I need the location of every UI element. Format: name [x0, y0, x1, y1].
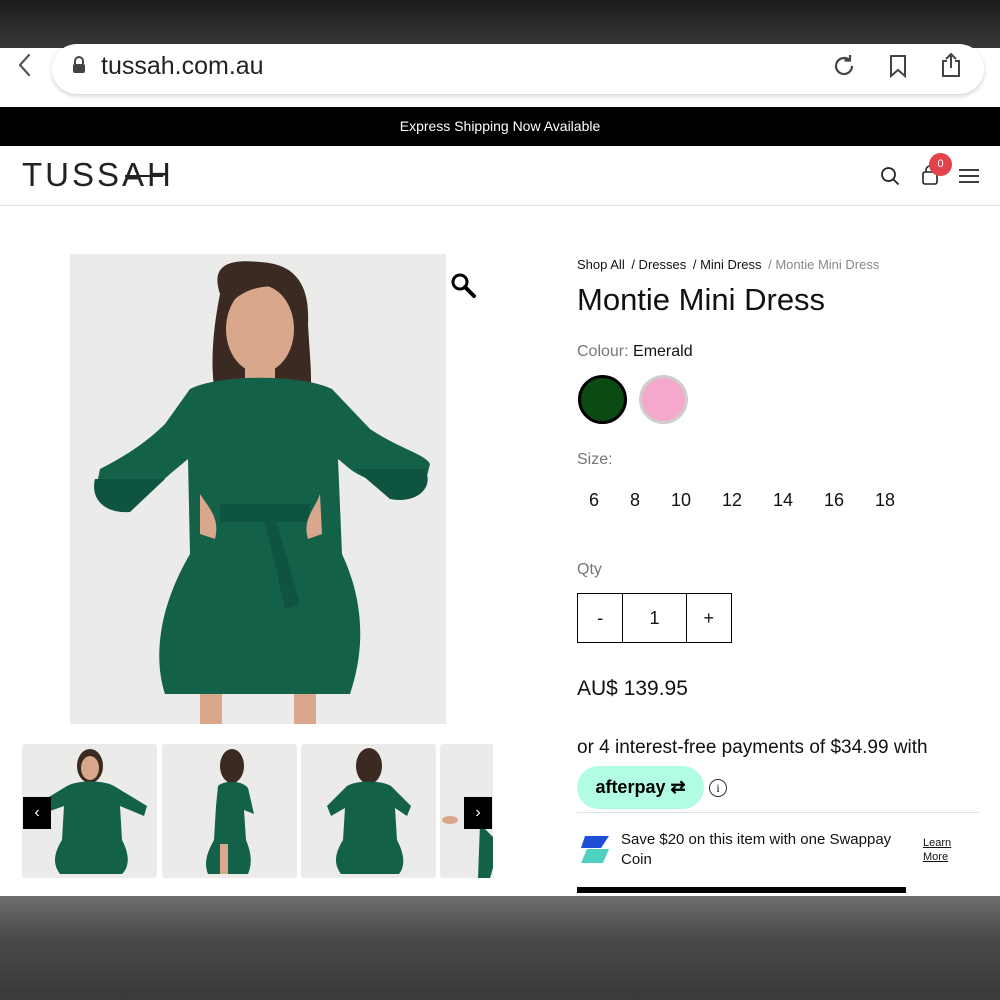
share-icon[interactable] [940, 52, 962, 78]
afterpay-badge[interactable]: afterpay ⇄ [577, 766, 704, 809]
add-to-cart-bar[interactable] [577, 887, 906, 893]
afterpay-arrows-icon: ⇄ [665, 777, 686, 797]
thumbnail-prev-button[interactable]: ‹ [23, 797, 51, 829]
colour-label: Colour: Emerald [577, 343, 693, 361]
hamburger-menu-icon[interactable] [958, 168, 980, 184]
size-option-8[interactable]: 8 [630, 490, 640, 511]
size-option-16[interactable]: 16 [824, 490, 844, 511]
lock-icon [73, 56, 85, 73]
url-text[interactable]: tussah.com.au [101, 52, 264, 81]
bookmark-icon[interactable] [888, 54, 908, 78]
qty-increase-button[interactable]: + [686, 594, 731, 642]
size-option-14[interactable]: 14 [773, 490, 793, 511]
promo-banner[interactable]: Express Shipping Now Available [0, 107, 1000, 146]
quantity-stepper: - 1 + [577, 593, 732, 643]
thumbnail-side[interactable] [162, 744, 297, 878]
qty-decrease-button[interactable]: - [578, 594, 623, 642]
swappay-logo-icon [581, 836, 609, 863]
size-label: Size: [577, 451, 613, 468]
main-product-image[interactable] [70, 254, 446, 724]
breadcrumb-current: / Montie Mini Dress [768, 257, 880, 272]
qty-label: Qty [577, 561, 602, 578]
size-option-6[interactable]: 6 [589, 490, 599, 511]
size-option-10[interactable]: 10 [671, 490, 691, 511]
breadcrumb-dresses[interactable]: / Dresses [631, 257, 686, 272]
logo-stroke [125, 175, 163, 177]
qty-input[interactable]: 1 [622, 594, 687, 642]
cart-count-badge: 0 [929, 153, 952, 176]
product-price: AU$ 139.95 [577, 677, 688, 700]
size-option-18[interactable]: 18 [875, 490, 895, 511]
zoom-icon[interactable] [450, 272, 476, 298]
installments-text: or 4 interest-free payments of $34.99 wi… [577, 737, 928, 758]
colour-swatch-pink[interactable] [639, 375, 688, 424]
colour-value: Emerald [633, 343, 693, 360]
search-icon[interactable] [880, 166, 900, 186]
device-bottom-frame [0, 896, 1000, 1000]
info-icon[interactable]: i [709, 779, 727, 797]
product-title: Montie Mini Dress [577, 282, 826, 317]
back-arrow-icon[interactable] [14, 52, 36, 78]
colour-label-text: Colour: [577, 343, 629, 360]
divider [577, 812, 979, 813]
thumbnail-next-button[interactable]: › [464, 797, 492, 829]
afterpay-logo-text: afterpay [595, 777, 666, 797]
colour-swatch-emerald[interactable] [578, 375, 627, 424]
thumbnail-back[interactable] [301, 744, 436, 878]
breadcrumb: Shop All / Dresses / Mini Dress / Montie… [577, 257, 882, 272]
breadcrumb-shop-all[interactable]: Shop All [577, 257, 625, 272]
swappay-offer-text: Save $20 on this item with one Swappay C… [621, 831, 892, 868]
device-top-frame [0, 0, 1000, 50]
learn-more-link[interactable]: Learn More [923, 836, 963, 864]
site-header: TUSSAH 0 [0, 146, 1000, 206]
thumbnail-strip [22, 744, 493, 878]
breadcrumb-mini-dress[interactable]: / Mini Dress [693, 257, 762, 272]
reload-icon[interactable] [832, 54, 856, 78]
size-option-12[interactable]: 12 [722, 490, 742, 511]
